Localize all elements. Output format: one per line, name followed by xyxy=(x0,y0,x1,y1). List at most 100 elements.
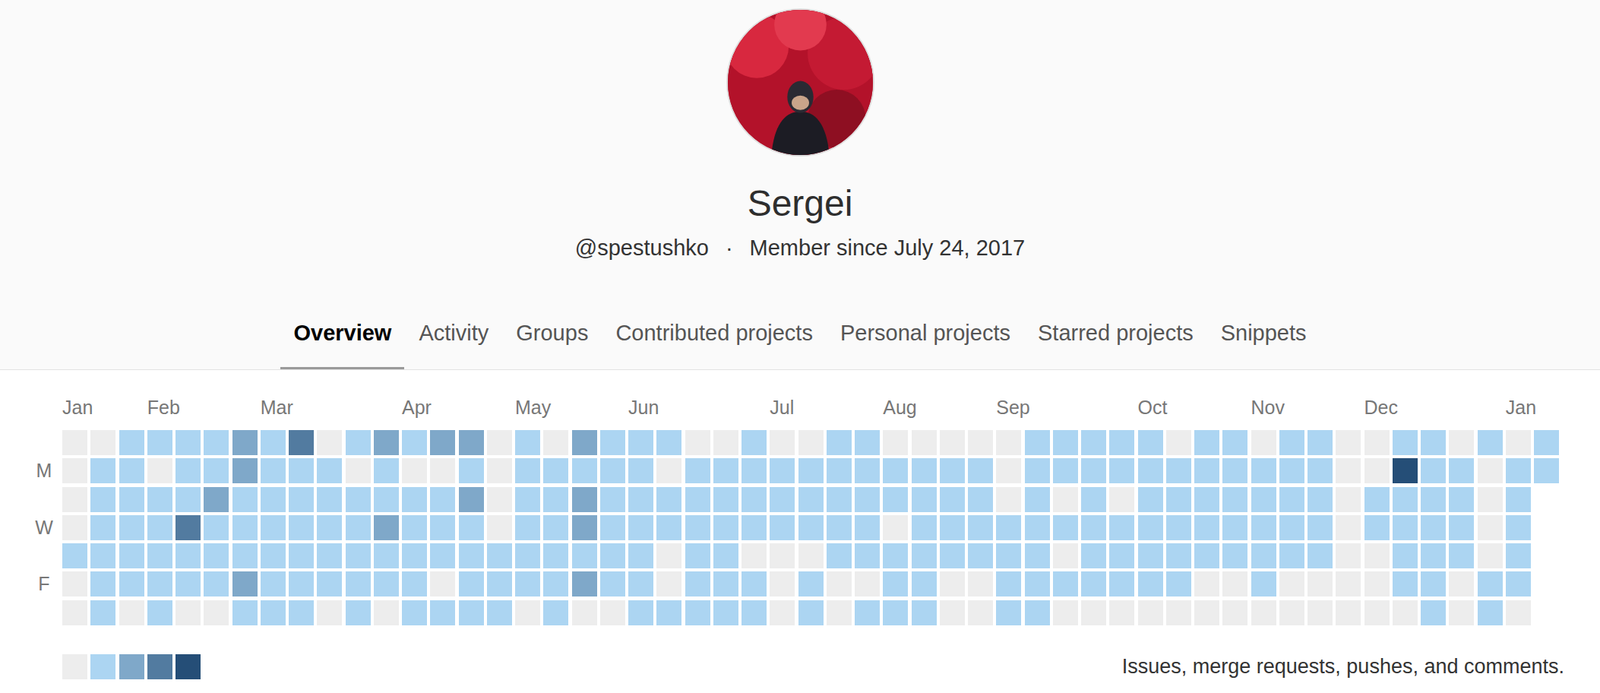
calendar-day[interactable] xyxy=(1448,571,1474,597)
calendar-day[interactable] xyxy=(458,515,484,541)
calendar-day[interactable] xyxy=(996,486,1022,513)
calendar-day[interactable] xyxy=(1364,458,1390,484)
calendar-day[interactable] xyxy=(939,600,965,626)
calendar-day[interactable] xyxy=(1081,430,1107,456)
calendar-day[interactable] xyxy=(1364,543,1390,569)
calendar-day[interactable] xyxy=(515,458,541,484)
calendar-day[interactable] xyxy=(1138,543,1164,569)
calendar-day[interactable] xyxy=(345,515,371,541)
calendar-day[interactable] xyxy=(147,600,173,626)
calendar-day[interactable] xyxy=(1364,430,1390,456)
calendar-day[interactable] xyxy=(1420,515,1446,541)
calendar-day[interactable] xyxy=(713,543,739,569)
calendar-day[interactable] xyxy=(486,515,513,541)
calendar-day[interactable] xyxy=(232,458,258,484)
calendar-day[interactable] xyxy=(175,458,201,484)
calendar-day[interactable] xyxy=(486,430,513,456)
calendar-day[interactable] xyxy=(1392,458,1418,484)
tab[interactable]: Starred projects xyxy=(1024,303,1207,370)
calendar-day[interactable] xyxy=(854,486,880,513)
calendar-day[interactable] xyxy=(1392,600,1418,626)
calendar-day[interactable] xyxy=(826,515,852,541)
calendar-day[interactable] xyxy=(316,458,342,484)
calendar-day[interactable] xyxy=(90,486,116,513)
calendar-day[interactable] xyxy=(62,600,88,626)
calendar-day[interactable] xyxy=(316,600,342,626)
calendar-day[interactable] xyxy=(1392,486,1418,513)
calendar-day[interactable] xyxy=(741,600,767,626)
calendar-day[interactable] xyxy=(515,486,541,513)
calendar-day[interactable] xyxy=(1279,543,1305,569)
calendar-day[interactable] xyxy=(515,543,541,569)
calendar-day[interactable] xyxy=(1052,458,1079,484)
calendar-day[interactable] xyxy=(1166,600,1192,626)
calendar-day[interactable] xyxy=(1335,600,1361,626)
calendar-day[interactable] xyxy=(1279,571,1305,597)
calendar-day[interactable] xyxy=(1194,430,1220,456)
calendar-day[interactable] xyxy=(1420,458,1446,484)
calendar-day[interactable] xyxy=(572,430,598,456)
calendar-day[interactable] xyxy=(572,458,598,484)
calendar-day[interactable] xyxy=(260,571,286,597)
calendar-day[interactable] xyxy=(996,543,1022,569)
calendar-day[interactable] xyxy=(1222,515,1248,541)
calendar-day[interactable] xyxy=(1448,458,1474,484)
calendar-day[interactable] xyxy=(486,543,513,569)
calendar-day[interactable] xyxy=(1307,515,1333,541)
calendar-day[interactable] xyxy=(1505,571,1531,597)
calendar-day[interactable] xyxy=(656,543,682,569)
calendar-day[interactable] xyxy=(854,458,880,484)
calendar-day[interactable] xyxy=(1335,515,1361,541)
calendar-day[interactable] xyxy=(147,458,173,484)
calendar-day[interactable] xyxy=(1307,600,1333,626)
calendar-day[interactable] xyxy=(826,600,852,626)
calendar-day[interactable] xyxy=(713,458,739,484)
calendar-day[interactable] xyxy=(996,571,1022,597)
calendar-day[interactable] xyxy=(147,543,173,569)
calendar-day[interactable] xyxy=(543,458,569,484)
calendar-day[interactable] xyxy=(826,543,852,569)
calendar-day[interactable] xyxy=(967,600,993,626)
calendar-day[interactable] xyxy=(1335,486,1361,513)
calendar-day[interactable] xyxy=(854,515,880,541)
calendar-day[interactable] xyxy=(1024,486,1050,513)
calendar-day[interactable] xyxy=(1505,515,1531,541)
calendar-day[interactable] xyxy=(90,430,116,456)
tab[interactable]: Groups xyxy=(502,303,601,370)
calendar-day[interactable] xyxy=(401,515,427,541)
calendar-day[interactable] xyxy=(1024,458,1050,484)
calendar-day[interactable] xyxy=(1505,430,1531,456)
calendar-day[interactable] xyxy=(1251,543,1277,569)
calendar-day[interactable] xyxy=(373,543,399,569)
calendar-day[interactable] xyxy=(854,571,880,597)
calendar-day[interactable] xyxy=(119,543,145,569)
calendar-day[interactable] xyxy=(685,486,711,513)
calendar-day[interactable] xyxy=(685,571,711,597)
calendar-day[interactable] xyxy=(1251,458,1277,484)
calendar-day[interactable] xyxy=(373,515,399,541)
calendar-day[interactable] xyxy=(1194,486,1220,513)
calendar-day[interactable] xyxy=(1194,600,1220,626)
calendar-day[interactable] xyxy=(1081,486,1107,513)
calendar-day[interactable] xyxy=(1420,486,1446,513)
calendar-day[interactable] xyxy=(798,600,824,626)
calendar-day[interactable] xyxy=(345,458,371,484)
calendar-day[interactable] xyxy=(1448,515,1474,541)
calendar-day[interactable] xyxy=(1307,543,1333,569)
calendar-day[interactable] xyxy=(288,486,314,513)
calendar-day[interactable] xyxy=(373,600,399,626)
calendar-day[interactable] xyxy=(1448,430,1474,456)
calendar-day[interactable] xyxy=(769,430,795,456)
calendar-day[interactable] xyxy=(826,430,852,456)
calendar-day[interactable] xyxy=(62,486,88,513)
calendar-day[interactable] xyxy=(1392,430,1418,456)
calendar-day[interactable] xyxy=(1307,458,1333,484)
calendar-day[interactable] xyxy=(1052,571,1079,597)
calendar-day[interactable] xyxy=(1477,543,1503,569)
calendar-day[interactable] xyxy=(1279,430,1305,456)
calendar-day[interactable] xyxy=(713,430,739,456)
calendar-day[interactable] xyxy=(458,543,484,569)
calendar-day[interactable] xyxy=(1448,486,1474,513)
calendar-day[interactable] xyxy=(967,486,993,513)
calendar-day[interactable] xyxy=(90,543,116,569)
